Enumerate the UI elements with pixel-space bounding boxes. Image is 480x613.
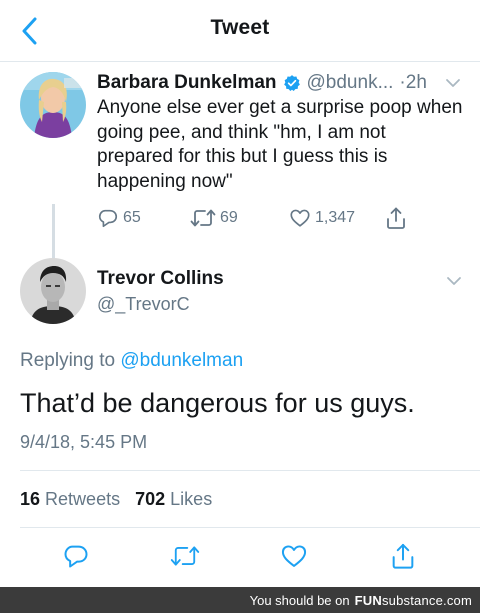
divider <box>20 527 480 528</box>
retweets-label: Retweets <box>45 489 121 509</box>
like-count: 1,347 <box>315 209 356 226</box>
like-total: 702 <box>135 489 166 509</box>
retweet-button[interactable] <box>170 542 200 570</box>
share-icon <box>392 543 414 569</box>
page-title: Tweet <box>210 16 270 39</box>
author-handle[interactable]: @_TrevorC <box>97 292 224 316</box>
watermark-brand-rest: substance.com <box>381 592 472 608</box>
divider <box>20 470 480 471</box>
reply-icon <box>64 545 88 568</box>
heart-icon <box>281 545 307 567</box>
share-button[interactable] <box>385 204 407 232</box>
author-handle[interactable]: @bdunk... <box>307 72 394 94</box>
retweet-button[interactable]: 69 <box>190 204 238 232</box>
reply-icon <box>98 209 118 228</box>
parent-tweet[interactable]: Barbara Dunkelman @bdunk... · 2h Anyone … <box>0 62 480 312</box>
retweets-stat[interactable]: 16 Retweets <box>20 489 120 509</box>
tweet-actions: 65 69 1,347 <box>97 204 427 232</box>
author-name[interactable]: Trevor Collins <box>97 268 224 290</box>
parent-tweet-header: Barbara Dunkelman @bdunk... · 2h <box>97 70 467 96</box>
watermark-bar: You should be on FUNsubstance.com <box>0 587 480 613</box>
watermark-brand-fun: FUN <box>354 592 382 608</box>
heart-icon <box>290 209 310 227</box>
navigation-bar: Tweet <box>0 0 480 62</box>
verified-badge-icon <box>283 75 300 92</box>
retweet-count: 69 <box>220 209 238 226</box>
like-button[interactable] <box>280 542 308 570</box>
replying-to: Replying to @bdunkelman <box>20 350 243 372</box>
retweet-icon <box>190 209 216 227</box>
share-icon <box>387 207 405 229</box>
focus-tweet-actions <box>0 538 480 574</box>
retweet-icon <box>170 546 200 566</box>
reply-button[interactable]: 65 <box>97 204 141 232</box>
avatar[interactable] <box>20 258 86 324</box>
tweet-text: Anyone else ever get a surprise poop whe… <box>97 97 463 192</box>
tweet-timestamp: 9/4/18, 5:45 PM <box>20 432 148 452</box>
author-name[interactable]: Barbara Dunkelman <box>97 72 277 94</box>
chevron-down-icon[interactable] <box>446 273 462 289</box>
avatar[interactable] <box>20 72 86 138</box>
mention-link[interactable]: @bdunkelman <box>120 350 243 371</box>
reply-button[interactable] <box>62 542 90 570</box>
like-button[interactable]: 1,347 <box>289 204 355 232</box>
tweet-time: 2h <box>405 72 427 93</box>
watermark-text: You should be on <box>249 592 350 608</box>
share-button[interactable] <box>390 542 418 570</box>
likes-label: Likes <box>170 489 213 509</box>
focus-tweet-header: Trevor Collins @_TrevorC <box>97 268 224 316</box>
replying-prefix: Replying to <box>20 350 116 371</box>
watermark-logo[interactable]: FUNsubstance.com <box>355 593 472 608</box>
likes-stat[interactable]: 702 Likes <box>135 489 212 509</box>
chevron-down-icon[interactable] <box>445 75 461 91</box>
reply-count: 65 <box>123 209 141 226</box>
engagement-stats: 16 Retweets 702 Likes <box>20 489 212 510</box>
retweet-total: 16 <box>20 489 41 509</box>
tweet-text: That’d be dangerous for us guys. <box>20 388 415 418</box>
